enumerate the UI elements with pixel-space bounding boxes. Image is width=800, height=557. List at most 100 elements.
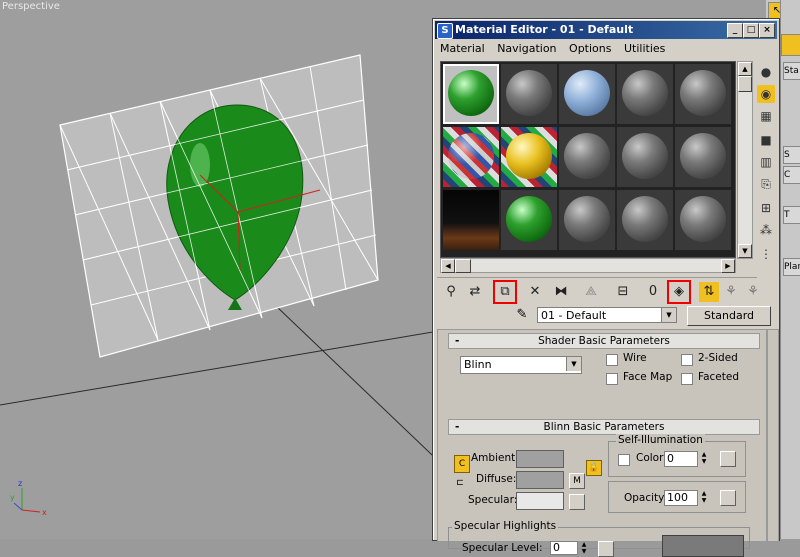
title-bar[interactable]: S Material Editor - 01 - Default _ □ ×: [435, 21, 777, 39]
scroll-thumb[interactable]: [738, 76, 752, 92]
collapse-icon: -: [455, 335, 460, 347]
sample-slot-13[interactable]: [558, 189, 616, 251]
material-type-button[interactable]: Standard: [687, 306, 771, 326]
app-icon: S: [437, 23, 453, 39]
sample-slot-15[interactable]: [674, 189, 732, 251]
scroll-right-icon[interactable]: ▶: [721, 259, 735, 273]
slots-vertical-scrollbar[interactable]: ▲ ▼: [737, 61, 753, 259]
material-navigator-icon[interactable]: ⋮: [757, 245, 775, 263]
sample-slot-2[interactable]: [500, 63, 558, 125]
menu-bar: Material Navigation Options Utilities: [435, 40, 777, 58]
sample-slot-9[interactable]: [616, 126, 674, 188]
command-item-0[interactable]: Sta: [783, 62, 800, 80]
sample-slot-12[interactable]: [500, 189, 558, 251]
background-checker-icon[interactable]: ▦: [757, 107, 775, 125]
faceted-label: Faceted: [698, 371, 739, 383]
specular-level-spinner-icon[interactable]: ▲ ▼: [579, 541, 589, 555]
select-by-material-icon[interactable]: ⁂: [757, 221, 775, 239]
material-id-channel-icon[interactable]: 0: [643, 282, 663, 302]
faceted-checkbox[interactable]: [681, 373, 693, 385]
lock-icon[interactable]: 🔒: [586, 460, 602, 476]
shader-rollout-title: Shader Basic Parameters: [538, 335, 670, 347]
menu-navigation[interactable]: Navigation: [497, 42, 556, 55]
reset-material-icon[interactable]: ✕: [525, 282, 545, 302]
opacity-spinner-icon[interactable]: ▲ ▼: [699, 490, 709, 504]
sample-slot-3[interactable]: [558, 63, 616, 125]
command-tab-icon[interactable]: [781, 34, 800, 56]
make-copy-icon[interactable]: ⧓: [551, 282, 571, 302]
options-icon[interactable]: ⊞: [757, 199, 775, 217]
side-toolbar: ● ◉ ▦ ■ ▥ ⎘ ⊞ ⁂ ⋮: [755, 61, 777, 271]
specular-label: Specular:: [468, 494, 518, 506]
sample-type-icon[interactable]: ●: [757, 63, 775, 81]
specular-level-field[interactable]: 0: [550, 541, 578, 555]
self-illum-map-button[interactable]: [720, 451, 736, 467]
specular-color-swatch[interactable]: [516, 492, 564, 510]
specular-map-button[interactable]: [569, 494, 585, 510]
scroll-left-icon[interactable]: ◀: [441, 259, 455, 273]
sample-uv-tiling-icon[interactable]: ■: [757, 131, 775, 149]
material-name-value: 01 - Default: [541, 309, 607, 322]
sample-slot-8[interactable]: [558, 126, 616, 188]
two-sided-checkbox[interactable]: [681, 354, 693, 366]
wire-checkbox[interactable]: [606, 354, 618, 366]
command-item-1[interactable]: S: [783, 146, 800, 164]
sample-slot-6[interactable]: [442, 126, 500, 188]
sample-slot-14[interactable]: [616, 189, 674, 251]
chevron-down-icon[interactable]: ▼: [661, 308, 676, 322]
blinn-rollout-header[interactable]: - Blinn Basic Parameters: [448, 419, 760, 435]
sample-slot-11[interactable]: [442, 189, 500, 251]
self-illum-value-field[interactable]: 0: [664, 451, 698, 467]
sample-slot-7[interactable]: [500, 126, 558, 188]
put-to-library-icon[interactable]: ⊟: [613, 282, 633, 302]
put-to-scene-icon[interactable]: ⇄: [465, 282, 485, 302]
self-illum-value: 0: [667, 452, 674, 465]
opacity-label: Opacity:: [624, 492, 668, 504]
diffuse-color-swatch[interactable]: [516, 471, 564, 489]
material-name-field[interactable]: 01 - Default ▼: [537, 307, 677, 323]
menu-options[interactable]: Options: [569, 42, 611, 55]
menu-utilities[interactable]: Utilities: [624, 42, 665, 55]
close-button[interactable]: ×: [759, 23, 775, 38]
lock-diffuse-specular-icon[interactable]: ⊏: [454, 478, 466, 490]
scroll-down-icon[interactable]: ▼: [738, 244, 752, 258]
scroll-up-icon[interactable]: ▲: [738, 62, 752, 76]
opacity-map-button[interactable]: [720, 490, 736, 506]
scroll-thumb-h[interactable]: [455, 259, 471, 273]
self-illum-spinner-icon[interactable]: ▲ ▼: [699, 451, 709, 465]
menu-material[interactable]: Material: [440, 42, 485, 55]
sample-slot-1[interactable]: [442, 63, 500, 125]
command-item-2[interactable]: C: [783, 166, 800, 184]
make-unique-icon[interactable]: ⟁: [581, 282, 601, 302]
rollout-scrollbar[interactable]: [767, 329, 779, 542]
minimize-button[interactable]: _: [727, 23, 743, 38]
lock-ambient-diffuse-icon[interactable]: C: [454, 455, 470, 473]
get-material-icon[interactable]: ⚲: [441, 282, 461, 302]
diffuse-map-button[interactable]: M: [569, 473, 585, 489]
assign-to-selection-icon[interactable]: ⧉: [493, 280, 517, 304]
shader-rollout-header[interactable]: - Shader Basic Parameters: [448, 333, 760, 349]
specular-level-map-button[interactable]: [598, 541, 614, 557]
material-name-row: ✎ 01 - Default ▼ Standard: [437, 305, 777, 327]
video-color-check-icon[interactable]: ▥: [757, 153, 775, 171]
go-forward-to-sibling-icon[interactable]: ⚘: [743, 282, 763, 302]
show-map-in-viewport-icon[interactable]: ◈: [667, 280, 691, 304]
pick-material-eyedropper-icon[interactable]: ✎: [513, 306, 531, 324]
sample-slot-4[interactable]: [616, 63, 674, 125]
command-item-4[interactable]: Plan: [783, 258, 800, 276]
sample-slot-5[interactable]: [674, 63, 732, 125]
self-illum-color-checkbox[interactable]: [618, 454, 630, 466]
backlight-icon[interactable]: ◉: [757, 85, 775, 103]
sample-slot-10[interactable]: [674, 126, 732, 188]
slots-horizontal-scrollbar[interactable]: ◀ ▶: [440, 258, 736, 273]
opacity-value-field[interactable]: 100: [664, 490, 698, 506]
make-preview-icon[interactable]: ⎘: [757, 175, 775, 193]
go-to-parent-icon[interactable]: ⚘: [721, 282, 741, 302]
face-map-checkbox[interactable]: [606, 373, 618, 385]
ambient-color-swatch[interactable]: [516, 450, 564, 468]
command-item-3[interactable]: T: [783, 206, 800, 224]
maximize-button[interactable]: □: [743, 23, 759, 38]
show-end-result-icon[interactable]: ⇅: [699, 282, 719, 302]
shader-dropdown[interactable]: Blinn ▼: [460, 356, 582, 374]
chevron-down-icon[interactable]: ▼: [566, 357, 581, 371]
